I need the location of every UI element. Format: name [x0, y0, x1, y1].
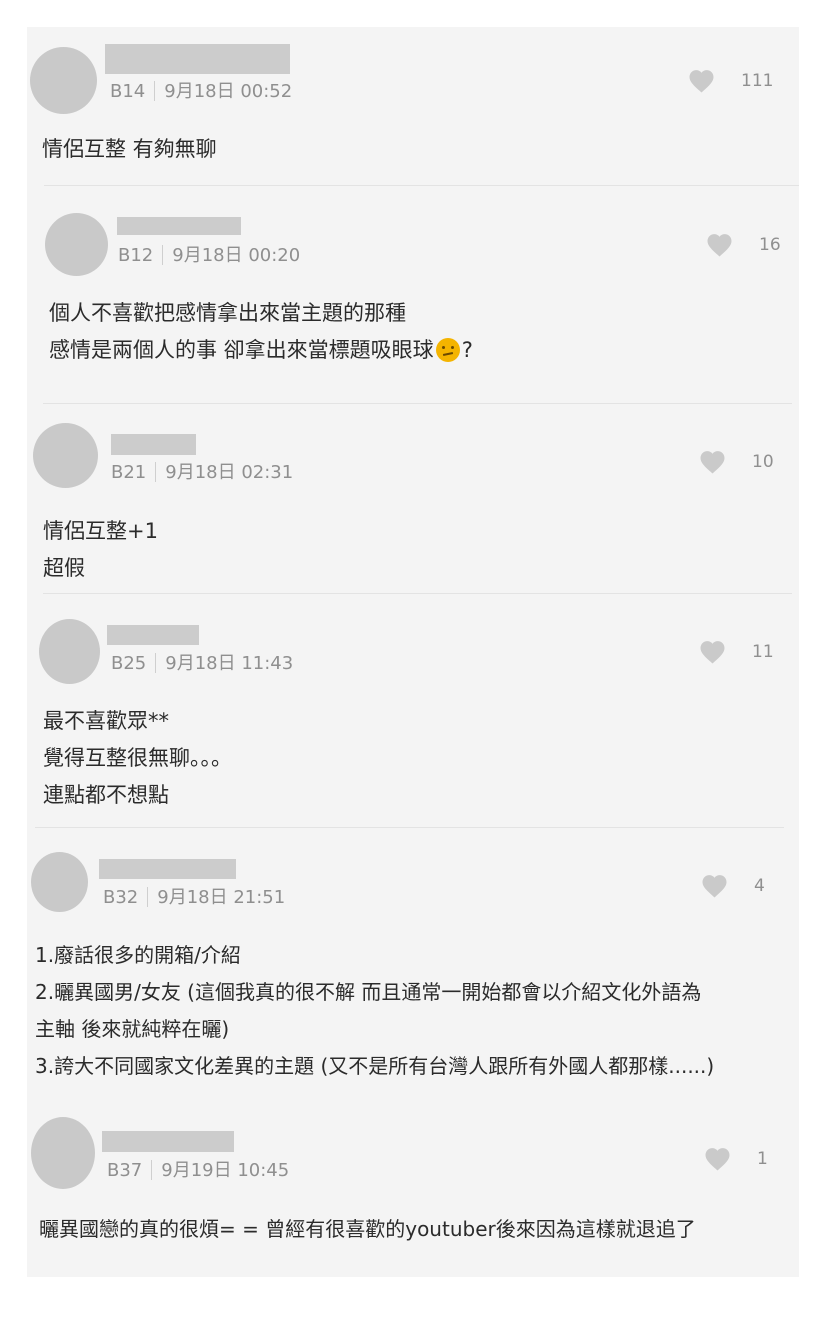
comment-time: 9月18日 11:43 [165, 653, 294, 674]
comment-time: 9月18日 00:20 [172, 245, 301, 266]
floor-number: B32 [103, 887, 139, 908]
username-redacted[interactable] [111, 434, 196, 455]
comment-line: 2.曬異國男/女友 (這個我真的很不解 而且通常一開始都會以介紹文化外語為 [35, 980, 702, 1004]
avatar[interactable] [45, 213, 108, 276]
comment-line-with-emoji: 感情是兩個人的事 卻拿出來當標題吸眼球? [49, 332, 473, 369]
heart-icon [700, 641, 725, 664]
meta-separator [155, 462, 157, 482]
comment-b14: B14 9月18日 00:52 111 情侶互整 有夠無聊 [27, 27, 799, 185]
floor-number: B14 [110, 81, 146, 102]
comment-meta: B25 9月18日 11:43 [111, 649, 293, 675]
comment-meta: B37 9月19日 10:45 [107, 1156, 289, 1182]
meta-separator [162, 245, 164, 265]
comment-meta: B21 9月18日 02:31 [111, 458, 293, 484]
like-button[interactable]: 1 [704, 1147, 768, 1171]
comment-meta: B14 9月18日 00:52 [110, 77, 292, 103]
heart-icon [700, 451, 725, 474]
thinking-face-icon [435, 338, 460, 362]
comment-line: 1.廢話很多的開箱/介紹 [35, 943, 241, 967]
meta-separator [155, 653, 157, 673]
comment-body: 1.廢話很多的開箱/介紹 2.曬異國男/女友 (這個我真的很不解 而且通常一開始… [35, 937, 714, 1085]
username-redacted[interactable] [117, 217, 241, 235]
comment-meta: B32 9月18日 21:51 [103, 883, 285, 909]
heart-icon [705, 1148, 730, 1171]
comment-time: 9月19日 10:45 [161, 1160, 290, 1181]
comment-line: 覺得互整很無聊。。。 [43, 746, 232, 770]
comment-line: 曬異國戀的真的很煩= = 曾經有很喜歡的youtuber後來因為這樣就退追了 [39, 1217, 696, 1241]
comment-time: 9月18日 21:51 [157, 887, 286, 908]
comment-meta: B12 9月18日 00:20 [118, 241, 300, 267]
meta-separator [154, 81, 156, 101]
floor-number: B37 [107, 1160, 143, 1181]
like-count: 4 [754, 876, 765, 896]
avatar[interactable] [31, 852, 88, 912]
comment-body: 最不喜歡眾** 覺得互整很無聊。。。 連點都不想點 [43, 703, 232, 814]
comment-line: 超假 [43, 556, 85, 580]
like-count: 111 [741, 71, 774, 91]
avatar[interactable] [33, 423, 98, 488]
comment-line-suffix: ? [461, 338, 473, 362]
comment-body: 曬異國戀的真的很煩= = 曾經有很喜歡的youtuber後來因為這樣就退追了 [39, 1211, 696, 1248]
like-count: 1 [757, 1149, 768, 1169]
comment-time: 9月18日 02:31 [165, 462, 294, 483]
username-redacted[interactable] [102, 1131, 234, 1152]
heart-icon [689, 70, 714, 93]
comment-b32: B32 9月18日 21:51 4 1.廢話很多的開箱/介紹 2.曬異國男/女友 … [27, 827, 799, 1089]
comment-b37: B37 9月19日 10:45 1 曬異國戀的真的很煩= = 曾經有很喜歡的you… [27, 1089, 799, 1277]
meta-separator [147, 887, 149, 907]
username-redacted[interactable] [107, 625, 199, 645]
comment-body: 情侶互整 有夠無聊 [42, 131, 217, 168]
comment-line: 3.誇大不同國家文化差異的主題 (又不是所有台灣人跟所有外國人都那樣......… [35, 1054, 715, 1078]
comment-b25: B25 9月18日 11:43 11 最不喜歡眾** 覺得互整很無聊。。。 連點都… [27, 593, 799, 827]
like-count: 11 [752, 642, 774, 662]
comment-time: 9月18日 00:52 [164, 81, 293, 102]
comment-list: B14 9月18日 00:52 111 情侶互整 有夠無聊 B12 9月18日 00… [27, 27, 799, 1277]
like-count: 16 [759, 235, 781, 255]
like-button[interactable]: 111 [688, 69, 773, 93]
username-redacted[interactable] [105, 44, 290, 74]
like-button[interactable]: 16 [706, 233, 781, 257]
comment-line: 情侶互整 有夠無聊 [42, 137, 217, 161]
avatar[interactable] [39, 619, 100, 684]
like-button[interactable]: 11 [699, 640, 774, 664]
comment-body: 情侶互整+1 超假 [43, 513, 158, 587]
comment-b12: B12 9月18日 00:20 16 個人不喜歡把感情拿出來當主題的那種 感情是兩… [27, 185, 799, 403]
comment-line: 連點都不想點 [43, 783, 169, 807]
comment-line: 主軸 後來就純粹在曬) [35, 1017, 230, 1041]
like-button[interactable]: 10 [699, 450, 774, 474]
heart-icon [702, 875, 727, 898]
comment-line: 情侶互整+1 [43, 519, 158, 543]
comment-line: 最不喜歡眾** [43, 709, 169, 733]
heart-icon [707, 234, 732, 257]
floor-number: B21 [111, 462, 147, 483]
avatar[interactable] [31, 1117, 95, 1189]
like-button[interactable]: 4 [701, 874, 765, 898]
meta-separator [151, 1160, 153, 1180]
avatar[interactable] [30, 47, 97, 114]
floor-number: B25 [111, 653, 147, 674]
like-count: 10 [752, 452, 774, 472]
username-redacted[interactable] [99, 859, 236, 879]
comment-b21: B21 9月18日 02:31 10 情侶互整+1 超假 [27, 403, 799, 593]
comment-line: 個人不喜歡把感情拿出來當主題的那種 [49, 301, 406, 325]
comment-body: 個人不喜歡把感情拿出來當主題的那種 感情是兩個人的事 卻拿出來當標題吸眼球? [49, 295, 473, 369]
floor-number: B12 [118, 245, 154, 266]
comment-line: 感情是兩個人的事 卻拿出來當標題吸眼球 [49, 338, 434, 362]
